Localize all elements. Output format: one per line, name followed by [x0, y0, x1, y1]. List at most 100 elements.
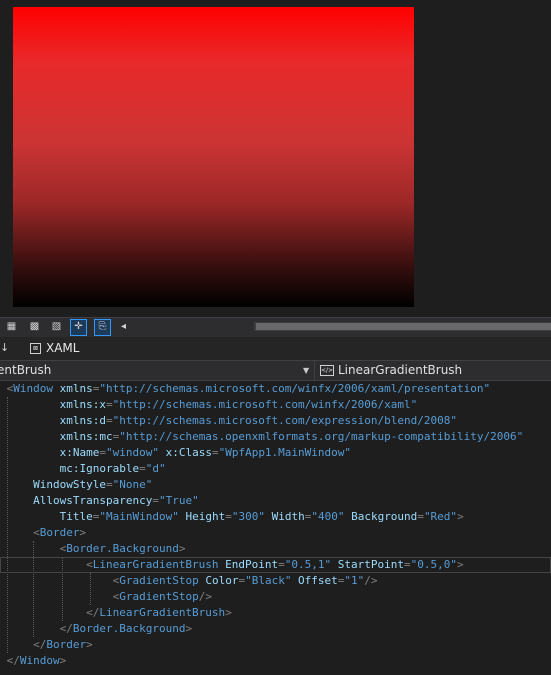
code-token: = — [404, 558, 411, 571]
code-token: AllowsTransparency — [33, 494, 153, 507]
code-line[interactable]: AllowsTransparency="True" — [0, 493, 551, 509]
code-token: Offset — [291, 574, 338, 587]
code-token: "http://schemas.microsoft.com/expression… — [112, 414, 457, 427]
code-token: xmlns:d — [59, 414, 106, 427]
code-token: > — [79, 526, 87, 539]
code-line[interactable]: </Border> — [0, 637, 551, 653]
code-token: "True" — [158, 494, 199, 507]
design-surface[interactable] — [0, 0, 551, 317]
code-token: Window — [19, 654, 60, 667]
code-token: LinearGradientBrush — [99, 606, 226, 619]
code-token: > — [59, 654, 67, 667]
code-token: < — [86, 558, 93, 571]
code-token: </ — [86, 606, 100, 619]
code-line[interactable]: mc:Ignorable="d" — [0, 461, 551, 477]
code-line[interactable]: Title="MainWindow" Height="300" Width="4… — [0, 509, 551, 525]
code-token: "0.5,1" — [284, 558, 332, 571]
code-line[interactable]: xmlns:d="http://schemas.microsoft.com/ex… — [0, 413, 551, 429]
code-token: "http://schemas.microsoft.com/winfx/2006… — [99, 382, 491, 395]
checker-icon[interactable]: ▧ — [49, 320, 64, 334]
code-line[interactable]: <Border.Background> — [0, 541, 551, 557]
grid-icon[interactable]: ▦ — [4, 320, 19, 334]
type-dropdown[interactable]: entBrush ▼ — [0, 361, 311, 380]
code-token: Window — [13, 382, 53, 395]
code-token: > — [185, 622, 193, 635]
code-token: x:Class — [158, 446, 212, 459]
xaml-code-editor[interactable]: <Window xmlns="http://schemas.microsoft.… — [0, 381, 551, 675]
navbar-divider — [314, 361, 315, 380]
code-line[interactable]: </Window> — [0, 653, 551, 669]
code-token: = — [152, 494, 159, 507]
code-token: Width — [264, 510, 305, 523]
tab-xaml-label: XAML — [46, 341, 80, 355]
code-token: "d" — [145, 462, 166, 475]
code-token: > — [178, 542, 186, 555]
code-token: Background — [344, 510, 418, 523]
code-line[interactable]: xmlns:x="http://schemas.microsoft.com/wi… — [0, 397, 551, 413]
code-line[interactable]: x:Name="window" x:Class="WpfApp1.MainWin… — [0, 445, 551, 461]
code-token: GradientStop — [119, 574, 199, 587]
code-token: "WpfApp1.MainWindow" — [218, 446, 352, 459]
member-dropdown[interactable]: </> LinearGradientBrush — [320, 361, 462, 380]
code-token: "window" — [105, 446, 159, 459]
code-token: /> — [364, 574, 378, 587]
code-token: "Black" — [245, 574, 292, 587]
code-token: Border — [39, 526, 80, 539]
member-dropdown-label: LinearGradientBrush — [338, 363, 463, 377]
code-token: < — [33, 526, 40, 539]
code-line[interactable]: <GradientStop Color="Black" Offset="1"/> — [0, 573, 551, 589]
code-token: = — [105, 398, 113, 411]
code-line[interactable]: <Window xmlns="http://schemas.microsoft.… — [0, 381, 551, 397]
swap-panes-icon[interactable]: ↓ — [0, 341, 9, 354]
code-token: = — [278, 558, 285, 571]
chevron-down-icon[interactable]: ▼ — [303, 361, 309, 380]
code-line[interactable]: </Border.Background> — [0, 621, 551, 637]
code-token: </ — [6, 654, 20, 667]
designer-toolbar: ▦ ▩ ▧ ✛ ⎘ ◂ — [0, 317, 551, 337]
code-token: "400" — [311, 510, 345, 523]
code-token: Color — [198, 574, 239, 587]
window-preview[interactable] — [13, 7, 414, 307]
code-token: Border — [46, 638, 87, 651]
code-token: Height — [178, 510, 226, 523]
code-line[interactable]: <Border> — [0, 525, 551, 541]
code-token: Border.Background — [72, 622, 186, 635]
code-token: = — [105, 414, 113, 427]
code-line[interactable]: xmlns:mc="http://schemas.openxmlformats.… — [0, 429, 551, 445]
code-line[interactable]: <GradientStop/> — [0, 589, 551, 605]
code-token: GradientStop — [119, 590, 199, 603]
element-icon: </> — [320, 365, 334, 376]
snap-lines-icon[interactable]: ✛ — [70, 319, 87, 336]
code-line[interactable]: <LinearGradientBrush EndPoint="0.5,1" St… — [0, 557, 551, 573]
code-line[interactable]: WindowStyle="None" — [0, 477, 551, 493]
tab-xaml[interactable]: ⊠ XAML — [30, 339, 79, 358]
code-token: > — [225, 606, 232, 619]
scroll-left-icon[interactable]: ◂ — [116, 320, 131, 334]
scrollbar-thumb[interactable] — [256, 323, 551, 330]
code-token: xmlns:mc — [59, 430, 113, 443]
code-token: Title — [59, 510, 93, 523]
code-token: = — [139, 462, 146, 475]
code-token: x:Name — [59, 446, 100, 459]
xaml-tab-icon: ⊠ — [30, 343, 41, 354]
code-file-icon[interactable]: ⎘ — [94, 319, 111, 336]
code-line[interactable]: </LinearGradientBrush> — [0, 605, 551, 621]
code-token: Border.Background — [66, 542, 179, 555]
snap-grid-icon[interactable]: ▩ — [27, 320, 42, 334]
code-token: "300" — [231, 510, 265, 523]
code-token: = — [225, 510, 232, 523]
code-token: /> — [198, 590, 212, 603]
code-token: xmlns:x — [59, 398, 106, 411]
code-token: > — [457, 558, 464, 571]
code-token: StartPoint — [331, 558, 405, 571]
